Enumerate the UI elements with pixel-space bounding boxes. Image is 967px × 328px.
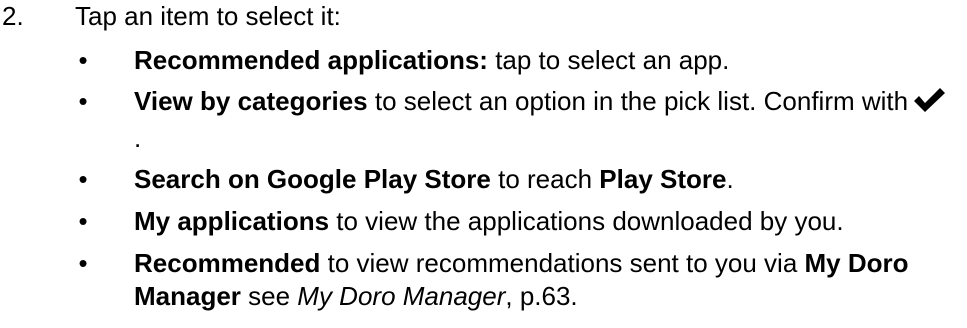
bullet-bold: Recommended applications: — [134, 45, 488, 75]
step-number: 2. — [2, 1, 24, 31]
check-icon — [912, 86, 946, 122]
bullet-text: to select an option in the pick list. Co… — [367, 86, 909, 116]
bullet-view-by-categories: • View by categories to select an option… — [0, 85, 967, 155]
bullet-bold-2: Play Store — [599, 164, 727, 194]
bullet-dot: • — [78, 206, 88, 236]
step-title: Tap an item to select it: — [75, 1, 341, 31]
bullet-bold: My applications — [134, 206, 330, 236]
bullet-recommended-applications: • Recommended applications: tap to selec… — [0, 44, 967, 77]
bullet-recommended: • Recommended to view recommendations se… — [0, 247, 967, 313]
bullet-bold: View by categories — [134, 86, 368, 116]
bullet-bold: Search on Google Play Store — [134, 164, 491, 194]
bullet-dot: • — [78, 164, 88, 194]
step-2: 2. Tap an item to select it: — [0, 0, 967, 33]
bullet-text-3: , p.63. — [505, 281, 578, 311]
bullet-text-2: . — [726, 164, 734, 194]
bullet-text: to view the applications downloaded by y… — [329, 206, 844, 236]
bullet-search-google-play: • Search on Google Play Store to reach P… — [0, 163, 967, 196]
bullet-bold: Recommended — [134, 248, 321, 278]
bullet-text-2: see — [240, 281, 298, 311]
bullet-dot: • — [78, 45, 88, 75]
bullet-dot: • — [78, 248, 88, 278]
bullet-dot: • — [78, 86, 88, 116]
bullet-text: to reach — [490, 164, 600, 194]
cross-reference: My Doro Manager — [297, 281, 506, 311]
bullet-my-applications: • My applications to view the applicatio… — [0, 205, 967, 238]
bullet-text: tap to select an app. — [487, 45, 730, 75]
bullet-text: to view recommendations sent to you via — [320, 248, 805, 278]
bullet-after-icon: . — [134, 123, 142, 153]
bullet-list: • Recommended applications: tap to selec… — [0, 44, 967, 322]
